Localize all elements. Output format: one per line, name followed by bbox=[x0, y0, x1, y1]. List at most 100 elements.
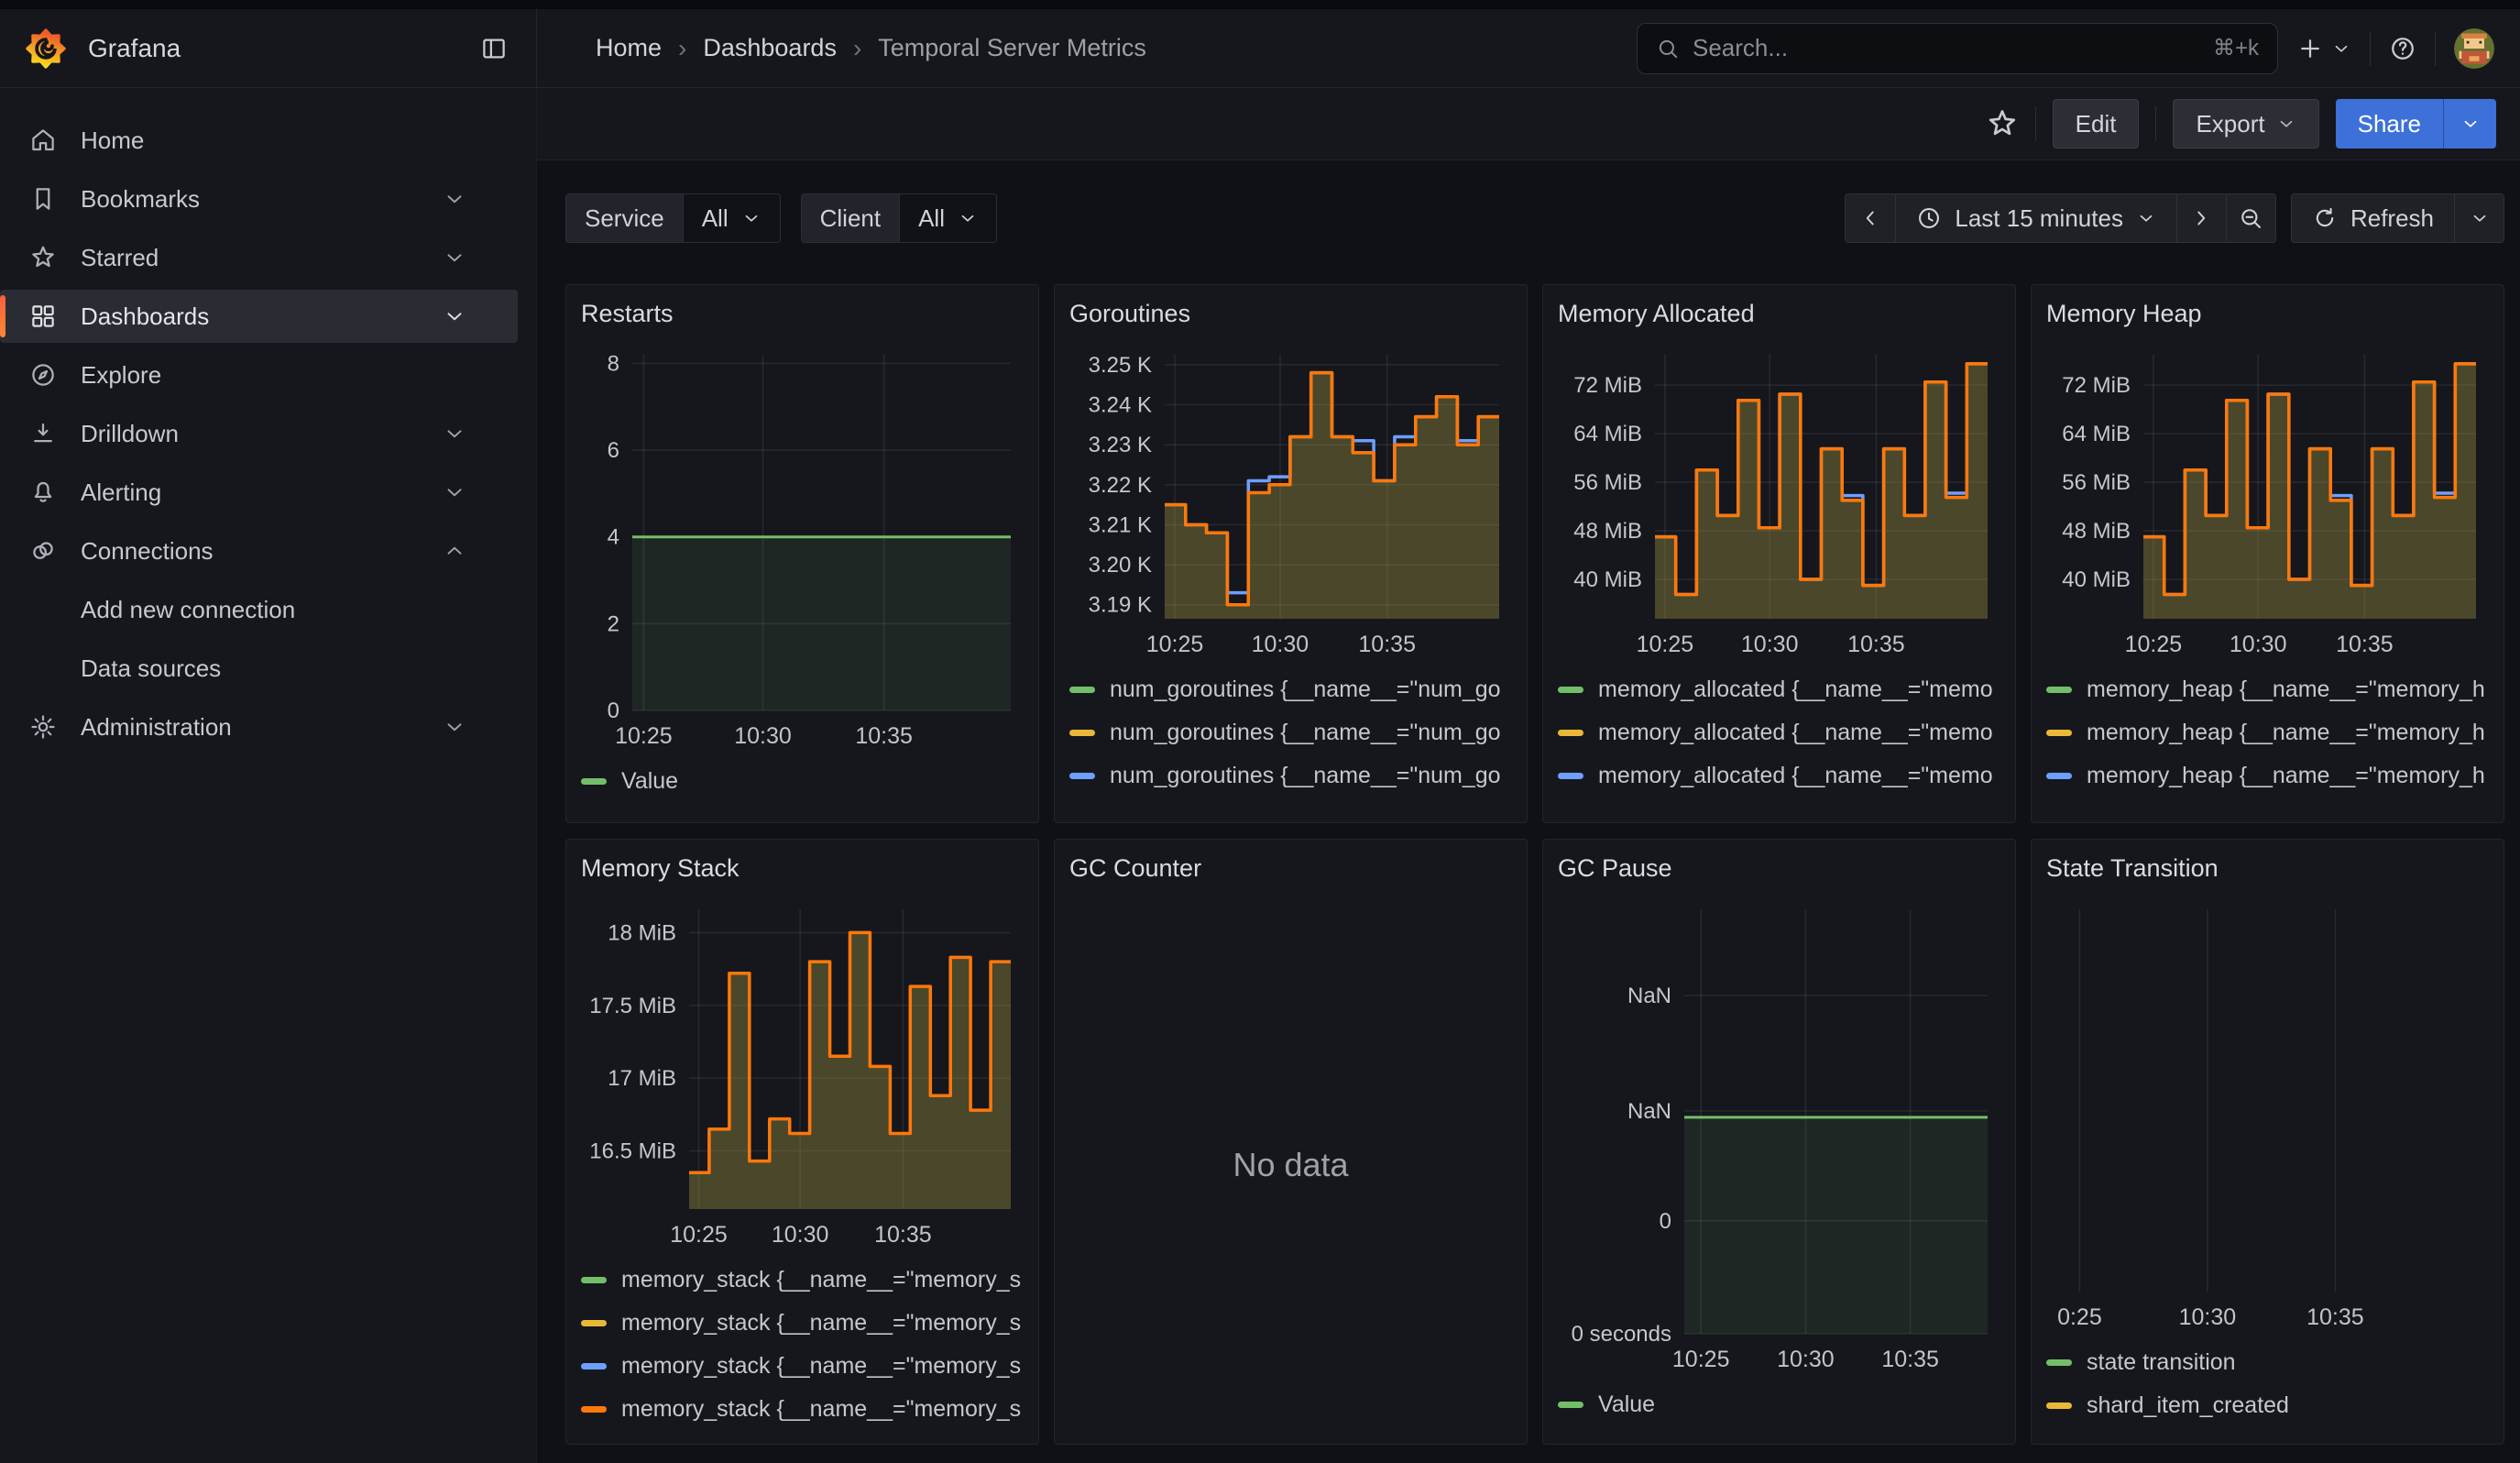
panel-title[interactable]: Goroutines bbox=[1069, 298, 1512, 329]
sidebar-item-add-new-connection[interactable]: Add new connection bbox=[0, 583, 518, 636]
sidebar-item-label: Add new connection bbox=[81, 596, 295, 624]
memory-heap-chart[interactable]: 72 MiB64 MiB56 MiB48 MiB40 MiB10:2510:30… bbox=[2046, 344, 2489, 665]
sidebar-item-starred[interactable]: Starred bbox=[0, 231, 518, 284]
legend-row[interactable]: num_goroutines {__name__="num_go bbox=[1069, 798, 1512, 806]
legend-row[interactable]: memory_allocated {__name__="memo bbox=[1558, 754, 2000, 798]
favorite-star-icon[interactable] bbox=[1986, 107, 2019, 140]
legend-row[interactable]: shard_item_created bbox=[2046, 1384, 2489, 1427]
legend-row[interactable]: memory_heap {__name__="memory_h bbox=[2046, 754, 2489, 798]
refresh-interval-dropdown[interactable] bbox=[2454, 194, 2504, 242]
panel-title[interactable]: GC Pause bbox=[1558, 852, 2000, 884]
zoom-out-button[interactable] bbox=[2226, 194, 2275, 242]
legend-row[interactable]: memory_heap {__name__="memory_h bbox=[2046, 711, 2489, 754]
panel-title[interactable]: State Transition bbox=[2046, 852, 2489, 884]
state-transition-chart[interactable]: 0:2510:3010:35 bbox=[2046, 898, 2489, 1337]
legend-row[interactable]: memory_stack {__name__="memory_s bbox=[581, 1388, 1024, 1431]
dashboard-toolbar: Edit Export Share bbox=[537, 88, 2520, 160]
service-label: Service bbox=[566, 194, 683, 242]
legend-row[interactable]: memory_heap {__name__="memory_h bbox=[2046, 798, 2489, 806]
export-button[interactable]: Export bbox=[2173, 99, 2318, 148]
svg-text:10:30: 10:30 bbox=[2179, 1304, 2237, 1330]
chevron-up-icon[interactable] bbox=[441, 539, 468, 563]
legend-row[interactable]: num_goroutines {__name__="num_go bbox=[1069, 754, 1512, 798]
search-input[interactable] bbox=[1693, 34, 2200, 62]
sidebar-item-dashboards[interactable]: Dashboards bbox=[0, 290, 518, 343]
legend-label: num_goroutines {__name__="num_go bbox=[1110, 720, 1501, 746]
bookmark-icon bbox=[29, 185, 57, 213]
legend-row[interactable]: memory_allocated {__name__="memo bbox=[1558, 798, 2000, 806]
legend-label: shard_item_created bbox=[2087, 1392, 2289, 1419]
chevron-left-icon bbox=[1858, 206, 1882, 230]
chevron-down-icon[interactable] bbox=[441, 187, 468, 211]
legend-row[interactable]: memory_stack {__name__="memory_s bbox=[581, 1259, 1024, 1302]
breadcrumb-item[interactable]: Home bbox=[596, 34, 662, 62]
new-item-button[interactable] bbox=[2296, 35, 2351, 62]
topbar-actions: ⌘+k bbox=[1637, 23, 2520, 74]
sidebar-item-explore[interactable]: Explore bbox=[0, 348, 518, 402]
svg-text:3.21 K: 3.21 K bbox=[1089, 513, 1152, 538]
grafana-logo-icon bbox=[26, 28, 66, 69]
help-icon[interactable] bbox=[2389, 35, 2416, 62]
legend-row[interactable]: num_goroutines {__name__="num_go bbox=[1069, 711, 1512, 754]
chevron-down-icon[interactable] bbox=[441, 715, 468, 739]
sidebar-item-connections[interactable]: Connections bbox=[0, 524, 518, 578]
goroutines-chart[interactable]: 3.25 K3.24 K3.23 K3.22 K3.21 K3.20 K3.19… bbox=[1069, 344, 1512, 665]
breadcrumb-item[interactable]: Dashboards bbox=[703, 34, 837, 62]
legend-row[interactable]: memory_heap {__name__="memory_h bbox=[2046, 668, 2489, 711]
panel-title[interactable]: Memory Heap bbox=[2046, 298, 2489, 329]
legend-label: Value bbox=[621, 768, 678, 795]
breadcrumb-separator: › bbox=[678, 34, 686, 63]
panel-title[interactable]: GC Counter bbox=[1069, 852, 1512, 884]
legend-row[interactable]: memory_stack {__name__="memory_s bbox=[581, 1302, 1024, 1345]
time-range-picker[interactable]: Last 15 minutes bbox=[1895, 194, 2176, 242]
panel-title[interactable]: Memory Stack bbox=[581, 852, 1024, 884]
restarts-chart[interactable]: 8642010:2510:3010:35 bbox=[581, 344, 1024, 756]
sidebar-item-home[interactable]: Home bbox=[0, 114, 518, 167]
legend: memory_stack {__name__="memory_smemory_s… bbox=[581, 1259, 1024, 1431]
chevron-down-icon[interactable] bbox=[441, 304, 468, 328]
legend-row[interactable]: Value bbox=[581, 760, 1024, 803]
chevron-down-icon[interactable] bbox=[441, 480, 468, 504]
legend-swatch bbox=[581, 1277, 607, 1283]
search-box[interactable]: ⌘+k bbox=[1637, 23, 2278, 74]
svg-text:3.23 K: 3.23 K bbox=[1089, 433, 1152, 457]
sidebar-item-drilldown[interactable]: Drilldown bbox=[0, 407, 518, 460]
legend-row[interactable]: memory_allocated {__name__="memo bbox=[1558, 668, 2000, 711]
gear-icon bbox=[29, 713, 57, 741]
legend: Value bbox=[581, 760, 1024, 803]
share-button[interactable]: Share bbox=[2336, 99, 2443, 148]
sidebar-item-bookmarks[interactable]: Bookmarks bbox=[0, 172, 518, 226]
gc-pause-chart[interactable]: NaNNaN00 seconds10:2510:3010:35 bbox=[1558, 898, 2000, 1380]
memory-allocated-chart[interactable]: 72 MiB64 MiB56 MiB48 MiB40 MiB10:2510:30… bbox=[1558, 344, 2000, 665]
client-value-dropdown[interactable]: All bbox=[899, 194, 996, 242]
sidebar-item-data-sources[interactable]: Data sources bbox=[0, 642, 518, 695]
legend-row[interactable]: num_goroutines {__name__="num_go bbox=[1069, 668, 1512, 711]
search-icon bbox=[1656, 37, 1680, 60]
legend-row[interactable]: memory_allocated {__name__="memo bbox=[1558, 711, 2000, 754]
sidebar-toggle-icon[interactable] bbox=[479, 35, 509, 62]
edit-button[interactable]: Edit bbox=[2053, 99, 2140, 148]
chevron-down-icon[interactable] bbox=[441, 422, 468, 446]
memory-stack-chart[interactable]: 18 MiB17.5 MiB17 MiB16.5 MiB10:2510:3010… bbox=[581, 898, 1024, 1255]
time-shift-forward-button[interactable] bbox=[2176, 194, 2226, 242]
legend-row[interactable]: memory_stack {__name__="memory_s bbox=[581, 1345, 1024, 1388]
chevron-down-icon[interactable] bbox=[441, 246, 468, 270]
legend-row[interactable]: Value bbox=[1558, 1383, 2000, 1426]
legend-label: memory_allocated {__name__="memo bbox=[1598, 676, 1993, 703]
topbar-brand-section: Grafana bbox=[0, 9, 537, 87]
sidebar-item-alerting[interactable]: Alerting bbox=[0, 466, 518, 519]
avatar[interactable] bbox=[2454, 28, 2494, 69]
legend-row[interactable]: state transition bbox=[2046, 1341, 2489, 1384]
refresh-button[interactable]: Refresh bbox=[2292, 194, 2454, 242]
legend-swatch bbox=[2046, 730, 2072, 736]
share-dropdown-button[interactable] bbox=[2443, 99, 2496, 148]
service-value-dropdown[interactable]: All bbox=[683, 194, 780, 242]
breadcrumb-item[interactable]: Temporal Server Metrics bbox=[878, 34, 1146, 62]
panel-title[interactable]: Memory Allocated bbox=[1558, 298, 2000, 329]
panel-title[interactable]: Restarts bbox=[581, 298, 1024, 329]
sidebar-item-administration[interactable]: Administration bbox=[0, 700, 518, 754]
sidebar-item-label: Connections bbox=[81, 537, 214, 566]
legend-swatch bbox=[2046, 1402, 2072, 1409]
time-shift-back-button[interactable] bbox=[1846, 194, 1895, 242]
svg-text:10:25: 10:25 bbox=[670, 1222, 728, 1248]
